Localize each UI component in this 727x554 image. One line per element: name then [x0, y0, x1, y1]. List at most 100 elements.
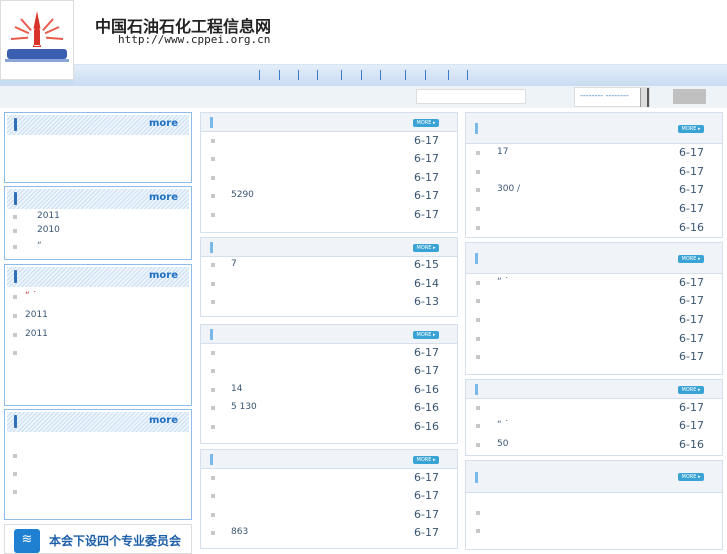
item-date: 6-17 [414, 189, 439, 202]
item-title[interactable]: 2010 [37, 225, 60, 235]
more-link[interactable]: more [149, 415, 178, 426]
list-item[interactable] [5, 346, 191, 360]
committee-link[interactable]: ≋ 本会下设四个专业委员会 [4, 524, 192, 554]
header-marker-icon [475, 123, 478, 134]
list-item[interactable]: 863 6-17 [201, 526, 457, 540]
list-item[interactable]: “ ˙ 6-17 [466, 276, 722, 290]
header-marker-icon [210, 329, 213, 340]
list-item[interactable]: 6-17 [201, 346, 457, 360]
list-item[interactable]: 5 130 6-16 [201, 401, 457, 415]
site-logo[interactable] [0, 0, 74, 80]
sidebar-panel: more [4, 409, 192, 520]
list-item[interactable]: 6-17 [466, 350, 722, 364]
nav-separator [380, 70, 381, 80]
list-item[interactable]: 6-17 [201, 152, 457, 166]
list-item[interactable]: 7 6-15 [201, 258, 457, 272]
item-title[interactable]: 2011 [37, 211, 60, 221]
list-item[interactable]: 6-14 [201, 277, 457, 291]
bullet-icon [476, 529, 480, 533]
bullet-icon [211, 531, 215, 535]
search-input[interactable] [416, 89, 526, 104]
list-item[interactable] [466, 506, 722, 520]
item-date: 6-16 [414, 401, 439, 414]
list-item[interactable]: 6-17 [201, 489, 457, 503]
site-url[interactable]: http://www.cppei.org.cn [118, 33, 270, 46]
list-item[interactable] [466, 524, 722, 538]
category-select[interactable]: -------- -------- [574, 87, 650, 107]
item-title[interactable]: 2011 [25, 310, 48, 320]
list-item[interactable] [5, 449, 191, 463]
item-title[interactable]: 5290 [231, 190, 254, 200]
list-item[interactable]: 6-17 [201, 508, 457, 522]
list-item[interactable]: 6-17 [201, 364, 457, 378]
nav-separator [317, 70, 318, 80]
chevron-down-icon[interactable] [640, 88, 649, 107]
item-title[interactable]: 17 [497, 147, 508, 157]
list-item[interactable]: 6-17 [201, 471, 457, 485]
list-item[interactable]: 6-17 [466, 294, 722, 308]
list-item[interactable]: 6-17 [201, 208, 457, 222]
more-button[interactable]: MORE ▸ [413, 330, 439, 339]
item-date: 6-16 [679, 438, 704, 451]
committee-label: 本会下设四个专业委员会 [49, 534, 182, 548]
list-item[interactable]: 6-17 [466, 165, 722, 179]
list-item[interactable]: 6-17 [466, 313, 722, 327]
bullet-icon [476, 151, 480, 155]
list-item[interactable]: 6-17 [201, 171, 457, 185]
more-link[interactable]: more [149, 270, 178, 281]
list-item[interactable]: 6-16 [466, 221, 722, 235]
list-item[interactable]: “ [5, 240, 191, 254]
list-item[interactable] [5, 485, 191, 499]
item-title[interactable]: “ ˙ [497, 277, 509, 287]
list-item[interactable]: 300 / 6-17 [466, 183, 722, 197]
item-title[interactable]: “ ˙ [25, 291, 37, 301]
list-item[interactable]: 14 6-16 [201, 383, 457, 397]
item-title[interactable]: 2011 [25, 329, 48, 339]
list-item[interactable]: 6-17 [201, 134, 457, 148]
item-title[interactable]: 7 [231, 259, 237, 269]
more-button[interactable]: MORE ▸ [678, 254, 704, 263]
item-title[interactable]: 5 130 [231, 402, 257, 412]
list-item[interactable]: 5290 6-17 [201, 189, 457, 203]
list-item[interactable]: 6-16 [201, 420, 457, 434]
item-date: 6-17 [414, 208, 439, 221]
more-button[interactable]: MORE ▸ [413, 118, 439, 127]
list-item[interactable]: 6-17 [466, 401, 722, 415]
list-item[interactable]: 6-13 [201, 295, 457, 309]
more-button[interactable]: MORE ▸ [678, 473, 704, 481]
list-item[interactable]: “ ˙ [5, 290, 191, 304]
list-item[interactable]: 2011 [5, 328, 191, 342]
bullet-icon [211, 194, 215, 198]
more-button[interactable]: MORE ▸ [678, 385, 704, 394]
bullet-icon [211, 494, 215, 498]
more-link[interactable]: more [149, 192, 178, 203]
more-button[interactable]: MORE ▸ [678, 124, 704, 133]
item-date: 6-17 [414, 526, 439, 539]
item-title[interactable]: “ [37, 241, 42, 251]
search-button[interactable] [673, 89, 706, 104]
nav-separator [279, 70, 280, 80]
list-item[interactable]: “ ˙ 6-17 [466, 419, 722, 433]
item-title[interactable]: “ ˙ [497, 420, 509, 430]
list-item[interactable]: 2011 [5, 210, 191, 224]
list-item[interactable]: 2011 [5, 309, 191, 323]
item-title[interactable]: 300 / [497, 184, 520, 194]
item-title[interactable]: 863 [231, 527, 248, 537]
list-item[interactable]: 50 6-16 [466, 438, 722, 452]
more-link[interactable]: more [149, 118, 178, 129]
list-item[interactable]: 6-17 [466, 202, 722, 216]
item-date: 6-17 [414, 346, 439, 359]
list-item[interactable]: 6-17 [466, 332, 722, 346]
more-button[interactable]: MORE ▸ [413, 243, 439, 252]
list-item[interactable]: 17 6-17 [466, 146, 722, 160]
more-button[interactable]: MORE ▸ [413, 455, 439, 464]
news-panel: MORE ▸ 6-17 “ ˙ 6-17 50 6-16 [465, 379, 723, 456]
news-panel: MORE ▸ [465, 460, 723, 550]
bullet-icon [211, 213, 215, 217]
item-title[interactable]: 50 [497, 439, 508, 449]
nav-separator [425, 70, 426, 80]
nav-separator [259, 70, 260, 80]
list-item[interactable] [5, 467, 191, 481]
list-item[interactable]: 2010 [5, 224, 191, 238]
item-title[interactable]: 14 [231, 384, 242, 394]
